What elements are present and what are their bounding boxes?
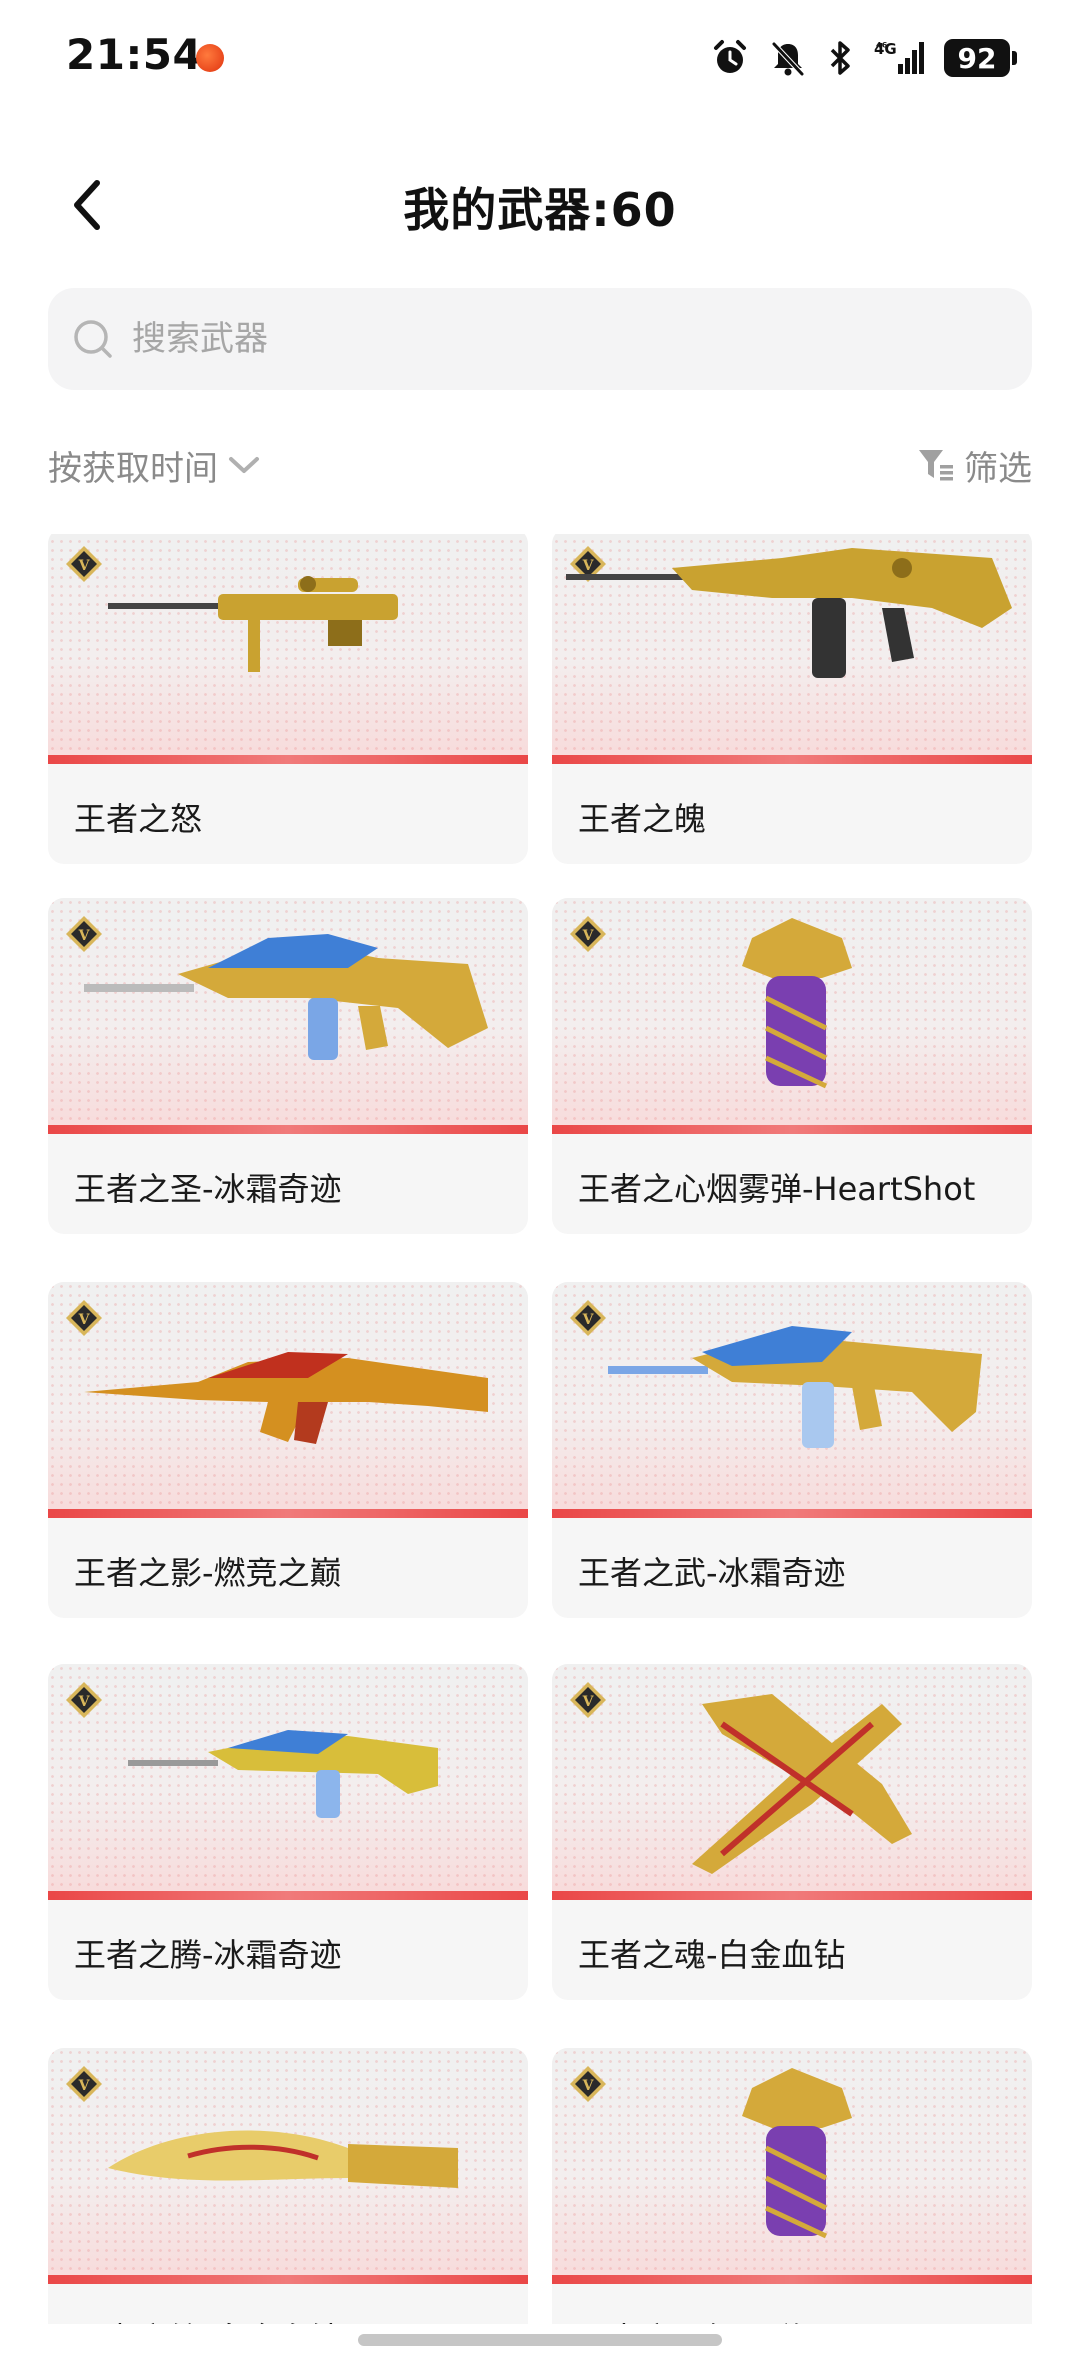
weapon-image: V xyxy=(552,2048,1032,2284)
weapon-image: V xyxy=(552,534,1032,764)
smoke-grenade-icon xyxy=(742,918,852,1089)
weapon-name: 王者之影-燃竞之巅 xyxy=(74,1554,342,1592)
filter-button[interactable]: 筛选 xyxy=(916,438,1032,492)
bluetooth-icon xyxy=(830,41,850,75)
weapon-card[interactable]: V 王者之怒 xyxy=(48,534,528,864)
weapon-card[interactable]: V 王者之锋-白金血钻 xyxy=(48,2048,528,2324)
mute-bell-icon xyxy=(772,42,804,76)
weapon-name: 王者之怒 xyxy=(74,800,203,838)
home-indicator[interactable] xyxy=(358,2334,722,2346)
weapon-image: V xyxy=(48,1282,528,1518)
weapon-image: V xyxy=(552,898,1032,1134)
assault-rifle-icon xyxy=(566,548,1012,678)
header: 我的武器:60 xyxy=(0,150,1080,260)
weapon-card[interactable]: V 王者之魄 xyxy=(552,534,1032,864)
weapon-card[interactable]: V 王者之心烟雾弹-HeartShot xyxy=(552,2048,1032,2324)
app-notification-icon xyxy=(196,44,224,72)
weapon-image: V xyxy=(552,1664,1032,1900)
sort-label: 按获取时间 xyxy=(48,448,218,489)
signal-icon: ⁴⁶ 4G xyxy=(874,40,924,74)
status-icons: ⁴⁶ 4G 92 xyxy=(710,36,1017,80)
search-icon xyxy=(74,320,112,358)
knife-icon xyxy=(108,2130,458,2188)
weapon-name: 王者之腾-冰霜奇迹 xyxy=(74,1936,342,1974)
weapon-card[interactable]: V 王者之影-燃竞之巅 xyxy=(48,1282,528,1618)
filter-icon xyxy=(919,450,953,481)
page-title: 我的武器:60 xyxy=(403,183,677,237)
weapon-image: V xyxy=(48,1664,528,1900)
sniper-rifle-icon xyxy=(108,576,398,672)
weapon-name: 王者之圣-冰霜奇迹 xyxy=(74,1170,342,1208)
weapon-card[interactable]: V 王者之圣-冰霜奇迹 xyxy=(48,898,528,1234)
alarm-icon xyxy=(714,40,746,73)
battery-indicator: 92 xyxy=(944,39,1017,77)
weapon-grid[interactable]: V 王者之怒 V 王者之魄 V 王者之圣-冰霜奇迹 V 王者之心烟雾弹-Hear… xyxy=(0,534,1080,2324)
sort-dropdown[interactable]: 按获取时间 xyxy=(48,438,262,492)
weapon-card[interactable]: V 王者之武-冰霜奇迹 xyxy=(552,1282,1032,1618)
weapon-name: 王者之心烟雾弹-HeartShot xyxy=(578,1170,976,1208)
search-bar[interactable] xyxy=(48,288,1032,390)
weapon-card[interactable]: V 王者之腾-冰霜奇迹 xyxy=(48,1664,528,2000)
battery-level: 92 xyxy=(957,41,997,75)
weapon-name: 王者之魂-白金血钻 xyxy=(578,1936,846,1974)
weapon-image: V xyxy=(48,534,528,764)
weapon-card[interactable]: V 王者之魂-白金血钻 xyxy=(552,1664,1032,2000)
weapon-name: 王者之心烟雾弹-HeartShot xyxy=(578,2314,975,2324)
search-input[interactable] xyxy=(130,318,990,360)
weapon-image: V xyxy=(48,2048,528,2284)
weapon-image: V xyxy=(48,898,528,1134)
pistol-crossed-icon xyxy=(692,1694,912,1874)
weapon-name: 王者之魄 xyxy=(578,800,707,838)
svg-text:4G: 4G xyxy=(874,40,897,58)
status-bar: 21:54 ⁴⁶ 4G 92 xyxy=(0,0,1080,120)
weapon-name: 王者之锋-白金血钻 xyxy=(74,2314,342,2324)
weapon-image: V xyxy=(552,1282,1032,1518)
assault-rifle-blue-icon xyxy=(608,1326,982,1448)
smoke-grenade-icon xyxy=(742,2068,852,2239)
filter-label: 筛选 xyxy=(964,448,1032,489)
chevron-down-icon xyxy=(229,457,259,473)
weapon-card[interactable]: V 王者之心烟雾弹-HeartShot xyxy=(552,898,1032,1234)
assault-rifle-blue-icon xyxy=(84,934,488,1060)
ak-rifle-flame-icon xyxy=(84,1352,488,1444)
weapon-name: 王者之武-冰霜奇迹 xyxy=(578,1554,846,1592)
status-time: 21:54 xyxy=(66,30,203,79)
assault-rifle-blue-icon xyxy=(128,1730,438,1818)
